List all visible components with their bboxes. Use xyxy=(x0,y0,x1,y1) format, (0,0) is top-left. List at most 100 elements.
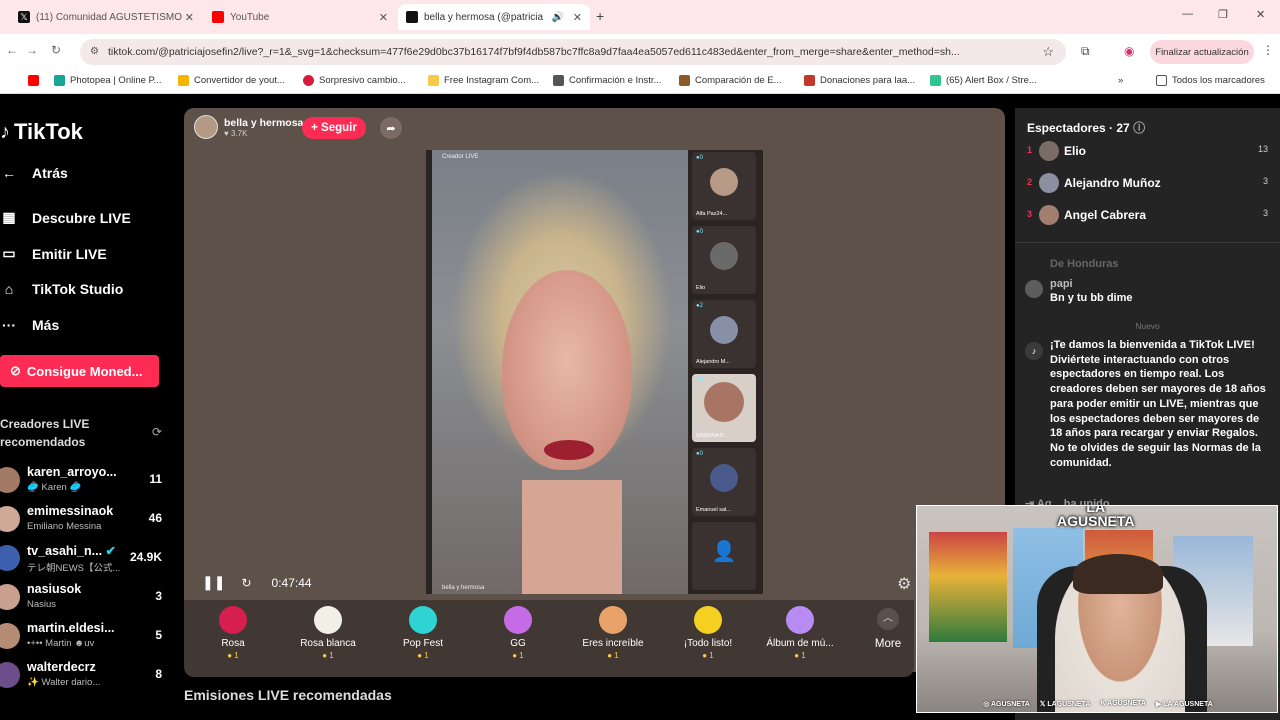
viewer-count: 11 xyxy=(149,472,162,486)
guest-slot[interactable]: ●0 Alfa Paz24... xyxy=(692,152,756,220)
refresh-icon[interactable]: ⟳ xyxy=(152,425,162,439)
nav-label: Atrás xyxy=(32,165,68,181)
nav-go-live[interactable]: ▭ Emitir LIVE xyxy=(0,245,106,262)
extensions-icon[interactable]: ⧉ xyxy=(1081,44,1090,59)
share-icon[interactable]: ➦ xyxy=(380,117,402,139)
get-coins-button[interactable]: ⊘ Consigue Moned... xyxy=(0,355,159,387)
gift-item[interactable]: Álbum de mú... ● 1 xyxy=(754,606,846,660)
close-tab-icon[interactable]: ✕ xyxy=(379,11,388,24)
bookmark-item[interactable]: Comparación de E... xyxy=(679,75,782,86)
bookmark-youtube[interactable] xyxy=(28,75,39,86)
more-label: More xyxy=(874,638,902,650)
guest-slot-empty[interactable]: 👤 xyxy=(692,522,756,590)
live-player[interactable]: bella y hermosa ♥ 3.7K + Seguir ➦ Creado… xyxy=(184,108,1005,672)
guest-status-icon: ●0 xyxy=(696,377,703,383)
creator-name: nasiusok xyxy=(27,582,82,596)
tiktok-logo[interactable]: ♪ TikTok xyxy=(0,119,83,145)
creator-item[interactable]: walterdecrz ✨ Walter dario... 8 xyxy=(0,660,170,696)
nav-more[interactable]: ··· Más xyxy=(0,317,59,333)
creator-item[interactable]: martin.eldesi... •+•• Martin ☻uv 5 xyxy=(0,621,170,657)
gift-item[interactable]: GG ● 1 xyxy=(472,606,564,660)
bookmark-item[interactable]: Confirmación e Instr... xyxy=(553,75,661,86)
divider xyxy=(1015,242,1280,243)
viewer-rank: 2 xyxy=(1027,177,1033,187)
host-avatar[interactable] xyxy=(194,115,218,139)
close-tab-icon[interactable]: ✕ xyxy=(185,11,194,24)
back-arrow-icon[interactable]: ← xyxy=(6,43,18,57)
gift-item[interactable]: Rosa ● 1 xyxy=(187,606,279,660)
viewer-row[interactable]: 2 Alejandro Muñoz 3 xyxy=(1025,173,1270,195)
bookmark-item[interactable]: Free Instagram Com... xyxy=(428,75,539,86)
guest-slot[interactable]: ●0 Elio xyxy=(692,226,756,294)
profile-icon[interactable]: ◉ xyxy=(1124,44,1134,58)
title-line: recomendados xyxy=(0,435,86,449)
avatar xyxy=(1039,173,1059,193)
bookmark-item[interactable]: (65) Alert Box / Stre... xyxy=(930,75,1037,86)
more-bookmarks-icon[interactable]: » xyxy=(1118,75,1123,86)
minimize-icon[interactable]: — xyxy=(1182,8,1193,20)
speaker-icon[interactable]: 🔊 xyxy=(552,12,564,23)
viewer-count: 46 xyxy=(148,511,162,525)
bookmark-item[interactable]: Donaciones para laa... xyxy=(804,75,915,86)
new-tab-button[interactable]: + xyxy=(596,8,604,24)
refresh-icon[interactable]: ↻ xyxy=(241,576,251,590)
nav-tiktok-studio[interactable]: ⌂ TikTok Studio xyxy=(0,281,124,297)
creator-item[interactable]: karen_arroyo... 🥏 Karen 🥏 11 xyxy=(0,465,170,501)
viewer-row[interactable]: 3 Angel Cabrera 3 xyxy=(1025,205,1270,227)
pause-icon[interactable]: ❚❚ xyxy=(202,574,225,591)
info-icon[interactable]: ⓘ xyxy=(1133,121,1145,135)
creator-name: karen_arroyo... xyxy=(27,465,117,479)
update-button[interactable]: Finalizar actualización xyxy=(1150,40,1254,64)
bookmark-item[interactable]: Convertidor de yout... xyxy=(178,75,285,86)
url-field[interactable]: ⚙ tiktok.com/@patriciajosefin2/live?_r=1… xyxy=(80,39,1066,65)
bookmark-favicon-icon xyxy=(303,75,314,86)
reload-icon[interactable]: ↻ xyxy=(51,43,61,57)
coins-label: Consigue Moned... xyxy=(26,363,143,379)
bookmark-star-icon[interactable]: ☆ xyxy=(1042,44,1054,60)
player-controls: ❚❚ ↻ 0:47:44 xyxy=(202,574,312,591)
close-window-icon[interactable]: ✕ xyxy=(1256,8,1265,21)
social-handle: LAGUSNETA xyxy=(1047,701,1091,708)
gift-item[interactable]: Pop Fest ● 1 xyxy=(377,606,469,660)
creator-item[interactable]: nasiusok Nasius 3 xyxy=(0,582,170,618)
nav-discover-live[interactable]: ▦ Descubre LIVE xyxy=(0,209,130,226)
menu-icon[interactable]: ⋮ xyxy=(1262,43,1274,57)
host-name: bella y hermosa xyxy=(224,116,304,129)
site-info-icon[interactable]: ⚙ xyxy=(90,46,99,57)
creator-name: tv_asahi_n... ✔ xyxy=(27,543,116,558)
folder-icon xyxy=(1156,75,1167,86)
gift-item[interactable]: ¡Todo listo! ● 1 xyxy=(662,606,754,660)
guest-status-icon: ●0 xyxy=(696,451,703,457)
viewers-title: Espectadores · 27 ⓘ xyxy=(1027,119,1145,136)
settings-icon[interactable]: ⚙ xyxy=(897,574,911,594)
guest-slot[interactable]: ●0 SANDRA P... xyxy=(692,374,756,442)
tab-comunidad[interactable]: 𝕏 (11) Comunidad AGUSTETISMO ✕ xyxy=(10,4,202,30)
viewer-row[interactable]: 1 Elio 13 xyxy=(1025,141,1270,163)
creator-item[interactable]: tv_asahi_n... ✔ テレ朝NEWS【公式... 24.9K xyxy=(0,543,170,579)
more-gifts-button[interactable]: ︿ More xyxy=(870,608,906,650)
bookmark-item[interactable]: Photopea | Online P... xyxy=(54,75,162,86)
creator-name: emimessinaok xyxy=(27,504,114,518)
guest-avatar xyxy=(710,316,738,344)
bookmark-item[interactable]: Sorpresivo cambio... xyxy=(303,75,406,86)
creator-item[interactable]: emimessinaok Emiliano Messina 46 xyxy=(0,504,170,540)
viewer-name: Angel Cabrera xyxy=(1064,208,1147,222)
tab-youtube[interactable]: YouTube ✕ xyxy=(204,4,396,30)
guest-slot[interactable]: ●2 Alejandro M... xyxy=(692,300,756,368)
follow-button[interactable]: + Seguir xyxy=(302,117,366,139)
creator-sub: Nasius xyxy=(27,599,57,610)
bookmark-favicon-icon xyxy=(930,75,941,86)
close-tab-icon[interactable]: ✕ xyxy=(573,11,582,24)
gift-item[interactable]: Eres increíble ● 1 xyxy=(567,606,659,660)
all-bookmarks[interactable]: Todos los marcadores xyxy=(1156,75,1265,86)
gift-item[interactable]: Rosa blanca ● 1 xyxy=(282,606,374,660)
forward-arrow-icon[interactable]: → xyxy=(26,43,38,57)
more-dots-icon: ··· xyxy=(2,317,16,333)
bookmark-label: Donaciones para laa... xyxy=(820,75,916,86)
maximize-icon[interactable]: ❐ xyxy=(1218,8,1228,21)
video-frame[interactable]: Creador LIVE bella y hermosa ●0 Alfa Paz2… xyxy=(426,150,763,594)
nav-back[interactable]: ← Atrás xyxy=(0,165,68,181)
tab-tiktok-live[interactable]: bella y hermosa (@patricia 🔊 ✕ xyxy=(398,4,590,30)
host-info[interactable]: bella y hermosa ♥ 3.7K xyxy=(194,115,303,139)
guest-slot[interactable]: ●0 Emanuel sal... xyxy=(692,448,756,516)
